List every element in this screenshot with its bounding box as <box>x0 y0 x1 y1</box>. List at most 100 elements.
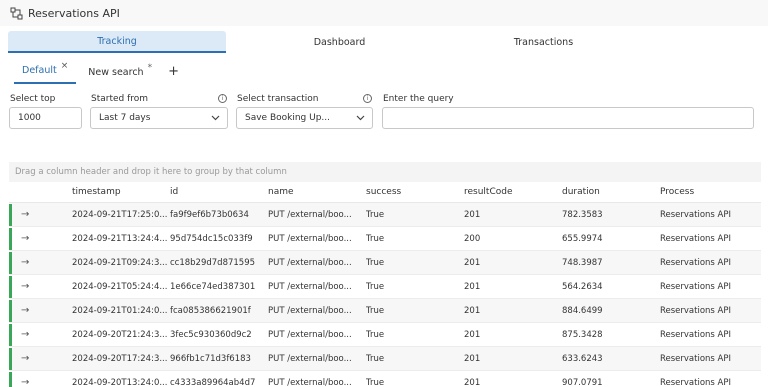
expand-row-icon[interactable]: → <box>9 377 72 387</box>
query-label: Enter the query <box>383 94 454 104</box>
expand-row-icon[interactable]: → <box>9 233 72 244</box>
cell-resultcode: 201 <box>464 209 481 220</box>
search-tab-new-search[interactable]: New search * <box>80 63 160 84</box>
cell-process: Reservations API <box>660 257 732 268</box>
tab-tracking[interactable]: Tracking <box>8 31 226 53</box>
cell-name: PUT /external/boo... <box>268 281 352 292</box>
cell-success: True <box>366 305 385 316</box>
grid-body: → 2024-09-21T17:25:0... fa9f9ef6b73b0634 PU… <box>9 203 761 387</box>
column-header-timestamp[interactable]: timestamp <box>72 187 170 197</box>
search-tab-default[interactable]: Default × <box>14 61 77 84</box>
cell-name: PUT /external/boo... <box>268 377 352 387</box>
cell-name: PUT /external/boo... <box>268 329 352 340</box>
search-tab-label: Default <box>22 65 57 76</box>
column-header-name[interactable]: name <box>268 187 366 197</box>
status-indicator <box>9 228 12 250</box>
cell-duration: 875.3428 <box>562 329 603 340</box>
tab-transactions[interactable]: Transactions <box>453 31 634 53</box>
cell-duration: 907.0791 <box>562 377 603 387</box>
group-by-drop-area[interactable]: Drag a column header and drop it here to… <box>9 162 761 182</box>
close-icon[interactable]: × <box>61 61 69 71</box>
info-icon: i <box>363 94 372 103</box>
expand-row-icon[interactable]: → <box>9 257 72 268</box>
table-row[interactable]: → 2024-09-20T21:24:3... 3fec5c930360d9c2 PU… <box>9 323 761 347</box>
cell-timestamp: 2024-09-21T05:24:4... <box>72 281 168 292</box>
column-header-id[interactable]: id <box>170 187 268 197</box>
table-row[interactable]: → 2024-09-21T13:24:4... 95d754dc15c033f9 PU… <box>9 227 761 251</box>
expand-row-icon[interactable]: → <box>9 329 72 340</box>
modified-indicator: * <box>147 62 153 73</box>
table-row[interactable]: → 2024-09-21T17:25:0... fa9f9ef6b73b0634 PU… <box>9 203 761 227</box>
cell-success: True <box>366 329 385 340</box>
status-indicator <box>9 276 12 298</box>
table-row[interactable]: → 2024-09-20T17:24:3... 966fb1c71d3f6183 PU… <box>9 347 761 371</box>
cell-timestamp: 2024-09-21T17:25:0... <box>72 209 168 220</box>
cell-success: True <box>366 281 385 292</box>
add-tab-icon[interactable]: + <box>164 64 183 84</box>
expand-row-icon[interactable]: → <box>9 209 72 220</box>
cell-process: Reservations API <box>660 329 732 340</box>
cell-resultcode: 201 <box>464 353 481 364</box>
cell-duration: 564.2634 <box>562 281 603 292</box>
cell-duration: 782.3583 <box>562 209 603 220</box>
expand-row-icon[interactable]: → <box>9 281 72 292</box>
column-header-duration[interactable]: duration <box>562 187 660 197</box>
cell-timestamp: 2024-09-21T01:24:0... <box>72 305 168 316</box>
cell-duration: 748.3987 <box>562 257 603 268</box>
cell-process: Reservations API <box>660 353 732 364</box>
main-tabs: Tracking Dashboard Transactions <box>8 31 760 53</box>
cell-resultcode: 201 <box>464 377 481 387</box>
cell-duration: 633.6243 <box>562 353 603 364</box>
status-indicator <box>9 324 12 346</box>
cell-duration: 655.9974 <box>562 233 603 244</box>
cell-resultcode: 201 <box>464 329 481 340</box>
select-transaction-select[interactable]: Save Booking Up... <box>236 107 373 129</box>
cell-resultcode: 200 <box>464 233 481 244</box>
tab-dashboard[interactable]: Dashboard <box>226 31 453 53</box>
results-grid: timestamp id name success resultCode dur… <box>9 182 761 387</box>
grid-header: timestamp id name success resultCode dur… <box>9 182 761 203</box>
select-transaction-label: Select transaction <box>237 94 319 104</box>
cell-id: fca085386621901f <box>170 305 251 316</box>
cell-process: Reservations API <box>660 209 732 220</box>
cell-timestamp: 2024-09-21T13:24:4... <box>72 233 168 244</box>
cell-success: True <box>366 209 385 220</box>
status-indicator <box>9 372 12 387</box>
status-indicator <box>9 300 12 322</box>
column-header-success[interactable]: success <box>366 187 464 197</box>
cell-success: True <box>366 257 385 268</box>
column-header-process[interactable]: Process <box>660 187 761 197</box>
cell-process: Reservations API <box>660 305 732 316</box>
cell-process: Reservations API <box>660 281 732 292</box>
status-indicator <box>9 348 12 370</box>
cell-id: 3fec5c930360d9c2 <box>170 329 252 340</box>
column-header-resultcode[interactable]: resultCode <box>464 187 562 197</box>
cell-id: 1e66ce74ed387301 <box>170 281 256 292</box>
cell-timestamp: 2024-09-20T13:24:0... <box>72 377 168 387</box>
cell-id: fa9f9ef6b73b0634 <box>170 209 249 220</box>
app-title: Reservations API <box>28 6 120 20</box>
status-indicator <box>9 204 12 226</box>
cell-id: c4333a89964ab4d7 <box>170 377 256 387</box>
select-top-input[interactable]: 1000 <box>9 107 82 129</box>
api-icon <box>10 7 23 20</box>
table-row[interactable]: → 2024-09-20T13:24:0... c4333a89964ab4d7 PU… <box>9 371 761 387</box>
table-row[interactable]: → 2024-09-21T01:24:0... fca085386621901f PU… <box>9 299 761 323</box>
table-row[interactable]: → 2024-09-21T09:24:3... cc18b29d7d871595 PU… <box>9 251 761 275</box>
chevron-down-icon <box>356 115 365 121</box>
cell-timestamp: 2024-09-21T09:24:3... <box>72 257 168 268</box>
cell-timestamp: 2024-09-20T17:24:3... <box>72 353 168 364</box>
search-tab-label: New search <box>88 67 144 78</box>
cell-id: cc18b29d7d871595 <box>170 257 256 268</box>
query-input[interactable] <box>382 107 754 129</box>
cell-success: True <box>366 353 385 364</box>
cell-id: 966fb1c71d3f6183 <box>170 353 251 364</box>
cell-success: True <box>366 377 385 387</box>
cell-duration: 884.6499 <box>562 305 603 316</box>
expand-row-icon[interactable]: → <box>9 353 72 364</box>
expand-row-icon[interactable]: → <box>9 305 72 316</box>
started-from-select[interactable]: Last 7 days <box>90 107 228 129</box>
table-row[interactable]: → 2024-09-21T05:24:4... 1e66ce74ed387301 PU… <box>9 275 761 299</box>
title-bar: Reservations API <box>0 0 768 26</box>
status-indicator <box>9 252 12 274</box>
